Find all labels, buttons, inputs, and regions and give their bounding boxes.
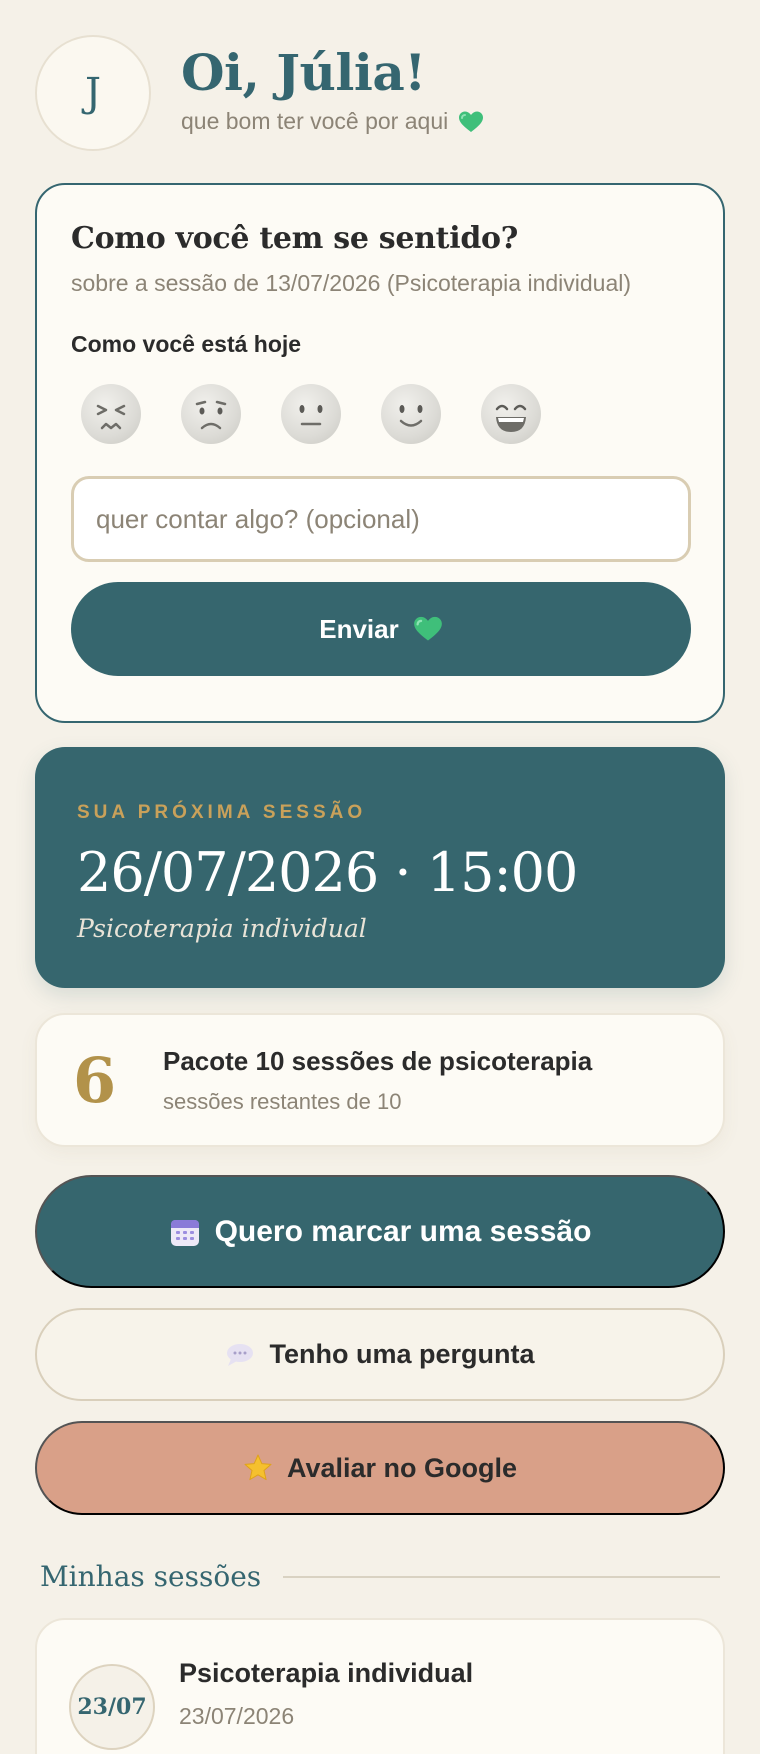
session-date-badge: 23/07 <box>69 1664 155 1750</box>
big-smile-face-icon[interactable] <box>481 384 541 444</box>
send-feedback-label: Enviar <box>319 613 399 644</box>
google-review-label: Avaliar no Google <box>286 1452 518 1483</box>
greeting-subtitle-text: que bom ter você por aqui <box>181 108 449 134</box>
sad-face-icon[interactable] <box>181 384 241 444</box>
book-session-button[interactable]: Quero marcar uma sessão <box>35 1175 725 1288</box>
feedback-card: Como você tem se sentido? sobre a sessão… <box>35 183 725 723</box>
avatar[interactable]: J <box>35 35 151 151</box>
package-title: Pacote 10 sessões de psicoterapia <box>163 1045 593 1076</box>
session-date: 23/07/2026 <box>179 1703 295 1729</box>
next-session-datetime: 26/07/2026 · 15:00 <box>77 841 578 904</box>
mood-label: Como você está hoje <box>71 331 302 357</box>
very-sad-face-icon[interactable] <box>81 384 141 444</box>
greeting-subtitle: que bom ter você por aqui <box>181 108 484 135</box>
greeting-header: J Oi, Júlia! que bom ter você por aqui <box>35 35 484 151</box>
ask-question-label: Tenho uma pergunta <box>269 1339 535 1369</box>
session-list-item[interactable]: 23/07 Psicoterapia individual 23/07/2026 <box>35 1618 725 1754</box>
smile-face-icon[interactable] <box>381 384 441 444</box>
package-remaining-count: 6 <box>73 1043 117 1117</box>
package-card[interactable]: 6 Pacote 10 sessões de psicoterapia sess… <box>35 1013 725 1147</box>
green-heart-icon <box>413 615 443 643</box>
green-heart-icon <box>458 110 484 134</box>
session-info: Psicoterapia individual 23/07/2026 <box>179 1658 473 1730</box>
neutral-face-icon[interactable] <box>281 384 341 444</box>
book-session-label: Quero marcar uma sessão <box>214 1214 592 1248</box>
send-feedback-button[interactable]: Enviar <box>71 582 691 676</box>
next-session-type: Psicoterapia individual <box>77 914 367 943</box>
feedback-comment-input[interactable] <box>71 476 691 562</box>
package-info: Pacote 10 sessões de psicoterapia sessõe… <box>163 1046 592 1115</box>
feedback-subtitle: sobre a sessão de 13/07/2026 (Psicoterap… <box>71 270 632 296</box>
greeting-title: Oi, Júlia! <box>181 43 426 102</box>
google-review-button[interactable]: Avaliar no Google <box>35 1421 725 1515</box>
sessions-heading: Minhas sessões <box>40 1560 262 1593</box>
feedback-title: Como você tem se sentido? <box>71 221 518 256</box>
speech-bubble-icon <box>225 1342 255 1368</box>
session-title: Psicoterapia individual <box>179 1658 474 1688</box>
package-subtitle: sessões restantes de 10 <box>163 1088 402 1114</box>
next-session-label: SUA PRÓXIMA SESSÃO <box>77 802 367 823</box>
section-divider <box>283 1575 720 1578</box>
star-icon <box>243 1453 273 1483</box>
greeting: Oi, Júlia! que bom ter você por aqui <box>181 45 484 135</box>
ask-question-button[interactable]: Tenho uma pergunta <box>35 1308 725 1401</box>
patient-home-page: J Oi, Júlia! que bom ter você por aqui C… <box>0 0 760 1754</box>
calendar-icon <box>169 1216 201 1248</box>
mood-selector <box>71 384 689 444</box>
sessions-section-header: Minhas sessões <box>40 1560 720 1593</box>
next-session-card[interactable]: SUA PRÓXIMA SESSÃO 26/07/2026 · 15:00 Ps… <box>35 747 725 988</box>
